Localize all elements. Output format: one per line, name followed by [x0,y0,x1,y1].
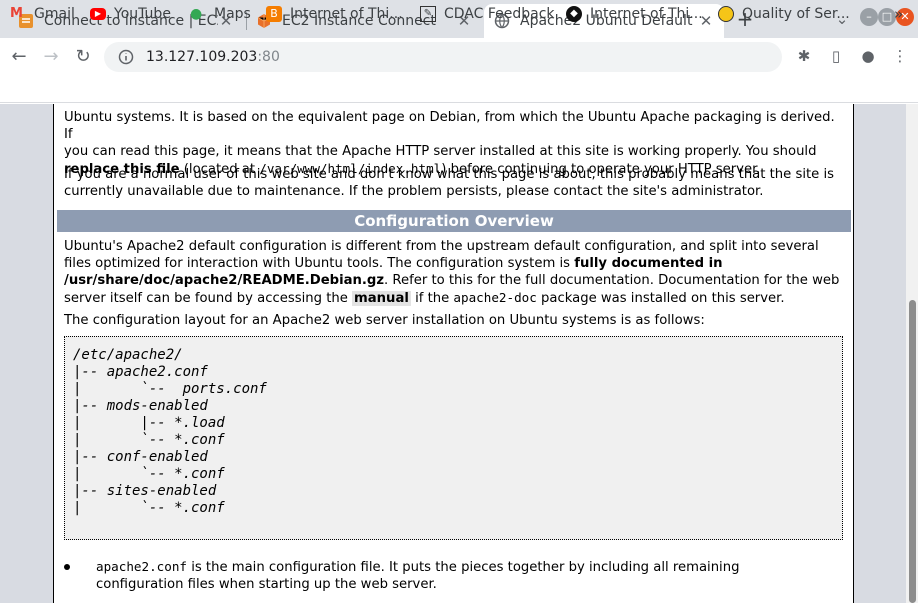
normal-user-paragraph: If you are a normal user of this web sit… [64,166,844,200]
bookmark-cdac-feedback[interactable]: ✎ CDAC Feedback [420,4,555,24]
bookmark-maps[interactable]: ● Maps [190,4,251,24]
bookmark-label: CDAC Feedback [444,6,555,22]
back-icon[interactable]: ← [8,46,30,68]
code-line: | `-- *.conf [73,500,225,516]
normal-user-text: currently unavailable due to maintenance… [64,184,764,199]
doc-link-emphasis: fully documented in [574,256,723,271]
reload-icon[interactable]: ↻ [72,46,94,68]
config-text: files optimized for interaction with Ubu… [64,256,575,271]
bookmarks-bar [0,76,918,103]
apache-page: Ubuntu systems. It is based on the equiv… [53,104,854,603]
maps-icon: ● [190,6,203,22]
blogger-icon: B [266,6,282,22]
code-line: |-- sites-enabled [73,483,217,499]
apache2-doc-package: apache2-doc [453,290,537,305]
config-text: if the [410,291,454,306]
bookmarks-overflow-button[interactable]: » [894,4,903,24]
bookmark-label: YouTube [114,6,171,22]
manual-link[interactable]: manual [352,291,411,306]
code-line: /etc/apache2/ [73,347,183,363]
bookmark-label: Maps [214,6,251,22]
code-line: |-- mods-enabled [73,398,208,414]
youtube-icon: ▶ [90,8,106,20]
config-text: package was installed on this server. [536,291,785,306]
extensions-icon[interactable]: ✱ [794,46,814,66]
bookmark-iot-blog[interactable]: B Internet of Thi... [266,4,403,24]
config-text: Ubuntu's Apache2 default configuration i… [64,239,819,254]
address-bar[interactable]: 13.127.109.203:80 [104,42,782,72]
url-port: :80 [257,49,280,65]
code-line: | `-- *.conf [73,432,225,448]
bookmark-iot[interactable]: ◆ Internet of Thi... [566,4,703,24]
code-line: | `-- *.conf [73,466,225,482]
normal-user-text: If you are a normal user of this web sit… [64,167,835,182]
list-item-text: is the main configuration file. It puts … [187,560,740,575]
forward-icon[interactable]: → [40,46,62,68]
intro-text: Ubuntu systems. It is based on the equiv… [64,110,835,142]
bookmark-label: Internet of Thi... [590,6,703,22]
bookmark-qos[interactable]: Quality of Ser... [718,4,850,24]
bookmark-youtube[interactable]: ▶ YouTube [90,4,171,24]
list-bullet [64,564,70,570]
config-text: . Refer to this for the full documentati… [384,273,840,288]
menu-icon[interactable]: ⋮ [890,46,910,66]
config-layout-code-block: /etc/apache2/ |-- apache2.conf | `-- por… [64,336,843,540]
code-line: | `-- ports.conf [73,381,267,397]
gmail-icon: M [10,6,23,21]
bookmark-label: Internet of Thi... [290,6,403,22]
iot-icon: ◆ [566,6,582,22]
url-host: 13.127.109.203 [146,49,258,65]
code-line: | |-- *.load [73,415,225,431]
bookmark-label: Quality of Ser... [742,6,850,22]
config-text: server itself can be found by accessing … [64,291,353,306]
minimize-icon[interactable]: – [860,8,878,26]
info-icon[interactable] [118,49,134,65]
layout-intro: The configuration layout for an Apache2 … [64,313,705,328]
list-item-apache2-conf: apache2.conf is the main configuration f… [96,558,844,593]
bookmark-label: Gmail [34,6,75,22]
section-title-configuration-overview: Configuration Overview [57,210,851,232]
code-line: |-- conf-enabled [73,449,208,465]
list-item-text: configuration files when starting up the… [96,577,437,592]
side-panel-icon[interactable]: ▯ [826,46,846,66]
scrollbar-thumb[interactable] [909,300,916,603]
page-viewport: Ubuntu systems. It is based on the equiv… [0,104,906,603]
intro-text: you can read this page, it means that th… [64,144,817,159]
code-line: |-- apache2.conf [73,364,208,380]
readme-path: /usr/share/doc/apache2/README.Debian.gz [64,273,385,288]
cdac-icon: ✎ [420,6,436,22]
apache2-conf-filename: apache2.conf [96,559,187,574]
bookmark-gmail[interactable]: M Gmail [10,4,75,24]
config-paragraph: Ubuntu's Apache2 default configuration i… [64,238,844,307]
qos-icon [718,6,734,22]
profile-icon[interactable]: ● [858,46,878,66]
